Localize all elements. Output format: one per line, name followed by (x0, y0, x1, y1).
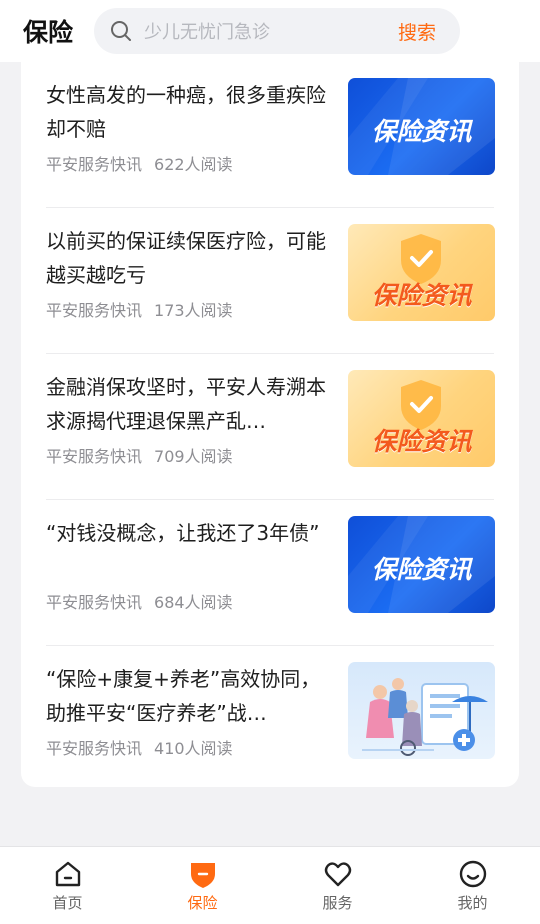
tab-home[interactable]: 首页 (0, 847, 135, 924)
top-header: 保险 少儿无忧门急诊 搜索 (0, 0, 540, 62)
tab-mine[interactable]: 我的 (405, 847, 540, 924)
heart-icon (324, 862, 351, 887)
thumbnail-label: 保险资讯 (371, 427, 472, 456)
tab-label: 我的 (457, 894, 488, 912)
bottom-nav: 首页 保险 服务 我的 (0, 846, 540, 924)
article-thumbnail[interactable] (348, 662, 495, 759)
tab-insurance[interactable]: 保险 (135, 847, 270, 924)
search-bar[interactable]: 少儿无忧门急诊 搜索 (94, 8, 460, 54)
smile-icon (459, 860, 486, 888)
article-title[interactable]: 以前买的保证续保医疗险，可能越买越吃亏 (46, 224, 331, 292)
article-title[interactable]: “保险+康复+养老”高效协同，助推平安“医疗养老”战… (46, 662, 331, 730)
list-item[interactable]: 金融消保攻坚时，平安人寿溯本求源揭代理退保黑产乱… 平安服务快讯 709人阅读 保… (46, 354, 495, 500)
page-title: 保险 (23, 18, 74, 47)
article-thumbnail[interactable]: 保险资讯 (348, 370, 495, 467)
search-icon (111, 21, 131, 41)
thumbnail-label: 保险资讯 (371, 555, 472, 584)
article-reads: 709人阅读 (154, 447, 233, 466)
article-reads: 622人阅读 (154, 155, 233, 174)
thumbnail-label: 保险资讯 (371, 117, 472, 146)
article-thumbnail[interactable]: 保险资讯 (348, 516, 495, 613)
tab-service[interactable]: 服务 (270, 847, 405, 924)
list-item[interactable]: 以前买的保证续保医疗险，可能越买越吃亏 平安服务快讯 173人阅读 保险资讯 (46, 208, 495, 354)
tab-label: 保险 (187, 894, 218, 912)
home-icon (55, 861, 80, 887)
article-title[interactable]: 金融消保攻坚时，平安人寿溯本求源揭代理退保黑产乱… (46, 370, 331, 438)
article-title[interactable]: 女性高发的一种癌，很多重疾险却不赔 (46, 78, 331, 146)
article-thumbnail[interactable]: 保险资讯 (348, 224, 495, 321)
search-input[interactable]: 少儿无忧门急诊 (144, 18, 398, 44)
family-care-illustration (362, 678, 488, 756)
search-button[interactable]: 搜索 (398, 18, 436, 45)
list-item[interactable]: “保险+康复+养老”高效协同，助推平安“医疗养老”战… 平安服务快讯 410人阅读 (46, 646, 495, 792)
article-source: 平安服务快讯 (46, 447, 143, 466)
thumbnail-label: 保险资讯 (371, 281, 472, 310)
list-item[interactable]: “对钱没概念，让我还了3年债” 平安服务快讯 684人阅读 保险资讯 (46, 500, 495, 646)
article-thumbnail[interactable]: 保险资讯 (348, 78, 495, 175)
list-item[interactable]: 女性高发的一种癌，很多重疾险却不赔 平安服务快讯 622人阅读 保险资讯 (46, 62, 495, 208)
article-reads: 173人阅读 (154, 301, 233, 320)
article-source: 平安服务快讯 (46, 593, 143, 612)
tab-label: 首页 (52, 894, 83, 912)
article-reads: 684人阅读 (154, 593, 233, 612)
article-source: 平安服务快讯 (46, 739, 143, 758)
article-reads: 410人阅读 (154, 739, 233, 758)
article-source: 平安服务快讯 (46, 301, 143, 320)
article-title[interactable]: “对钱没概念，让我还了3年债” (46, 516, 331, 584)
article-list: 女性高发的一种癌，很多重疾险却不赔 平安服务快讯 622人阅读 保险资讯 以前买的… (21, 62, 519, 787)
shield-icon (190, 863, 215, 888)
tab-label: 服务 (322, 894, 353, 912)
article-source: 平安服务快讯 (46, 155, 143, 174)
